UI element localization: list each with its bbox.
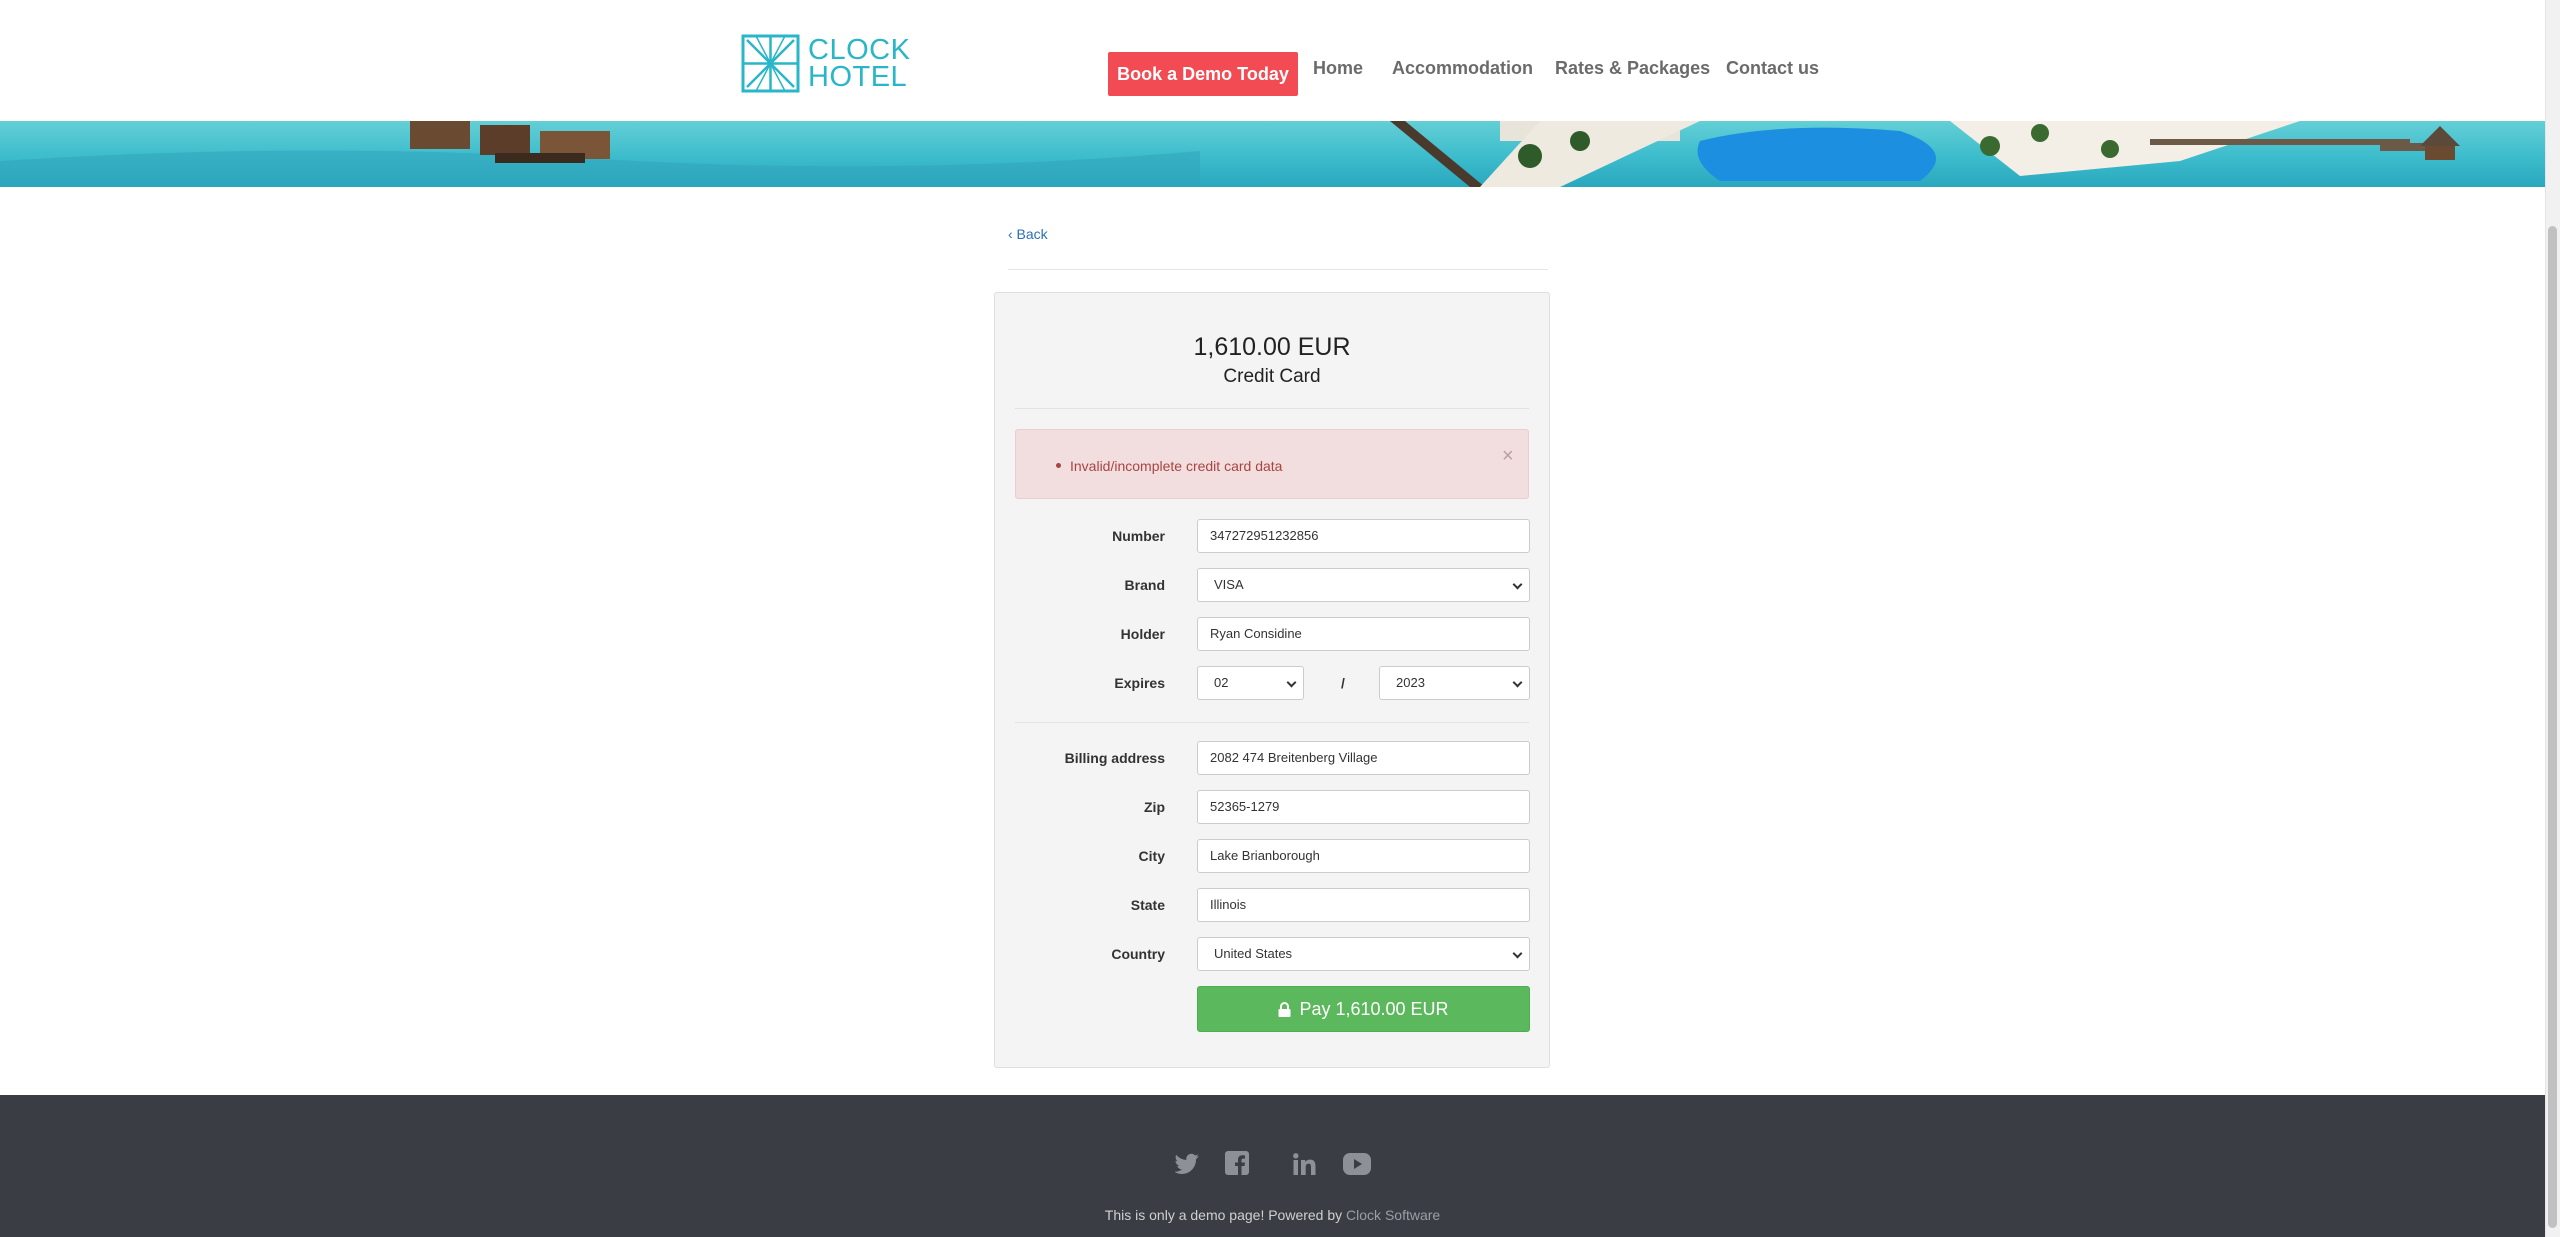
expiry-year-select[interactable]: 2023 [1379,666,1530,700]
scrollbar-thumb[interactable] [2548,226,2557,1228]
payment-method: Credit Card [1223,366,1321,387]
error-message: Invalid/incomplete credit card data [1070,458,1283,474]
book-demo-button[interactable]: Book a Demo Today [1108,52,1298,96]
footer-note: This is only a demo page! Powered by [1104,1207,1347,1223]
divider [1015,722,1529,723]
country-label: Country [1111,946,1165,962]
expires-label: Expires [1114,675,1165,691]
nav-home[interactable]: Home [1313,58,1363,79]
payment-amount: 1,610.00 EUR [1193,333,1351,361]
pay-button[interactable]: Pay 1,610.00 EUR [1197,986,1530,1032]
expiry-separator: / [1341,675,1345,691]
facebook-icon[interactable] [1225,1151,1249,1180]
clock-software-link[interactable]: Clock Software [1346,1207,1440,1223]
error-alert: Invalid/incomplete credit card data × [1015,429,1529,499]
zip-input[interactable]: 52365-1279 [1197,790,1530,824]
card-number-input[interactable]: 347272951232856 [1197,519,1530,553]
logo-line-2: HOTEL [808,60,908,93]
brand-label: Brand [1124,577,1165,593]
twitter-icon[interactable] [1174,1153,1199,1180]
expiry-year-value: 2023 [1396,675,1425,690]
billing-address-input[interactable]: 2082 474 Breitenberg Village [1197,741,1530,775]
footer-text: This is only a demo page! Powered by Clo… [0,1207,2545,1223]
bullet-icon [1056,463,1061,468]
close-icon[interactable]: × [1502,446,1514,466]
zip-label: Zip [1144,799,1165,815]
nav-accommodation[interactable]: Accommodation [1392,58,1533,79]
linkedin-icon[interactable] [1293,1153,1317,1180]
country-selected-value: United States [1214,946,1293,961]
payment-panel: 1,610.00 EUR Credit Card Invalid/incompl… [994,292,1550,1068]
state-input[interactable]: Illinois [1197,888,1530,922]
holder-label: Holder [1120,626,1165,642]
expiry-month-value: 02 [1214,675,1229,690]
chevron-down-icon [1512,948,1523,959]
divider [1008,269,1548,270]
country-select[interactable]: United States [1197,937,1530,971]
chevron-down-icon [1512,579,1523,590]
chevron-down-icon [1286,677,1297,688]
logo-wordmark: CLOCK HOTEL [808,33,911,93]
back-link[interactable]: ‹ Back [1008,226,1048,242]
logo-mark-icon [741,34,800,93]
hero-banner-image [0,121,2545,187]
divider [1015,408,1529,409]
pay-button-label: Pay 1,610.00 EUR [1299,998,1449,1019]
brand-selected-value: VISA [1214,577,1244,592]
nav-rates-packages[interactable]: Rates & Packages [1555,58,1710,79]
logo-line-1: CLOCK [808,33,911,66]
city-label: City [1138,848,1165,864]
holder-input[interactable]: Ryan Considine [1197,617,1530,651]
state-label: State [1130,897,1165,913]
youtube-icon[interactable] [1343,1153,1371,1180]
chevron-down-icon [1512,677,1523,688]
city-input[interactable]: Lake Brianborough [1197,839,1530,873]
site-footer: This is only a demo page! Powered by Clo… [0,1095,2545,1237]
site-header: CLOCK HOTEL Book a Demo Today Home Accom… [0,0,2545,121]
nav-contact[interactable]: Contact us [1726,58,1819,79]
billing-address-label: Billing address [1064,750,1165,766]
expiry-month-select[interactable]: 02 [1197,666,1304,700]
lock-icon [1278,1001,1291,1017]
logo[interactable]: CLOCK HOTEL [741,34,910,93]
number-label: Number [1112,528,1165,544]
brand-select[interactable]: VISA [1197,568,1530,602]
